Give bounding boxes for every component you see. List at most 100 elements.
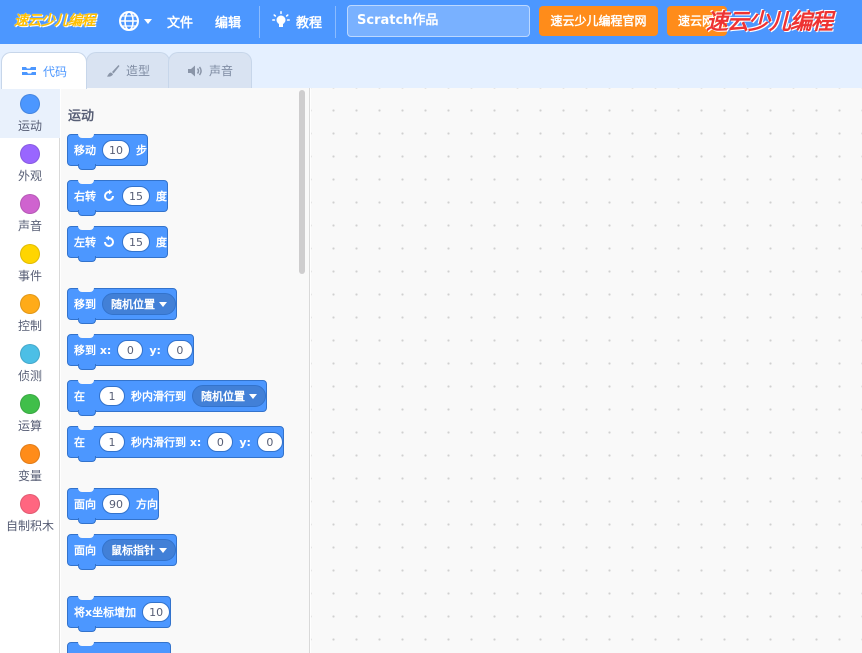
category-dot <box>20 344 40 364</box>
category-dot <box>20 494 40 514</box>
turn-left-block[interactable]: 左转 15 度 <box>67 226 168 262</box>
dropdown-value: 鼠标指针 <box>111 544 155 557</box>
edit-menu[interactable]: 编辑 <box>215 12 241 31</box>
menu-bar: 速云少儿编程 文件 编辑 教程 Scratch作品 速云少儿编程官网 速云网 速… <box>0 0 862 44</box>
x-input[interactable]: 0 <box>117 340 144 360</box>
block-text: 右转 <box>74 190 96 203</box>
category-operators[interactable]: 运算 <box>0 388 60 438</box>
category-sensing[interactable]: 侦测 <box>0 338 60 388</box>
chevron-down-icon <box>144 18 152 24</box>
category-label: 声音 <box>17 219 42 233</box>
file-menu[interactable]: 文件 <box>167 12 193 31</box>
block-text: 度 <box>156 236 167 249</box>
category-label: 变量 <box>17 469 42 483</box>
move-steps-block[interactable]: 移动 10 步 <box>67 134 148 170</box>
degrees-input[interactable]: 15 <box>122 186 150 206</box>
glide-target-dropdown[interactable]: 随机位置 <box>192 385 266 407</box>
block-text: 面向 <box>74 498 96 511</box>
category-looks[interactable]: 外观 <box>0 138 60 188</box>
tab-sounds[interactable]: 声音 <box>168 52 252 88</box>
caret-down-icon <box>159 301 167 307</box>
project-title-input[interactable]: Scratch作品 <box>347 5 530 37</box>
palette-heading: 运动 <box>68 109 95 124</box>
tab-costumes-label: 造型 <box>125 64 150 78</box>
block-text: 移到 <box>74 298 96 311</box>
category-dot <box>20 294 40 314</box>
category-dot <box>20 244 40 264</box>
glide-block[interactable]: 在 1 秒内滑行到 随机位置 <box>67 380 267 416</box>
goto-block[interactable]: 移到 随机位置 <box>67 288 177 324</box>
logo[interactable]: 速云少儿编程 <box>10 9 99 33</box>
category-my-blocks[interactable]: 自制积木 <box>0 488 60 538</box>
y-input[interactable]: 0 <box>166 340 193 360</box>
category-motion[interactable]: 运动 <box>0 88 60 138</box>
category-dot <box>20 444 40 464</box>
script-workspace[interactable] <box>311 88 862 653</box>
block-text: y: <box>149 343 161 357</box>
category-events[interactable]: 事件 <box>0 238 60 288</box>
language-menu[interactable] <box>118 10 152 32</box>
globe-icon <box>119 11 139 31</box>
category-label: 事件 <box>17 269 42 283</box>
block-text: 移到 x: <box>74 344 112 357</box>
rotate-left-icon <box>104 235 114 247</box>
tab-code[interactable]: 代码 <box>1 52 87 89</box>
menu-divider <box>259 6 260 38</box>
category-label: 侦测 <box>17 369 42 383</box>
tutorial-button[interactable]: 教程 <box>272 9 322 33</box>
change-x-block[interactable]: 将x坐标增加 10 <box>67 596 172 632</box>
category-sound[interactable]: 声音 <box>0 188 60 238</box>
block-text: 移动 <box>74 144 96 157</box>
tab-sounds-label: 声音 <box>208 64 233 78</box>
seconds-input[interactable]: 1 <box>99 432 125 452</box>
glide-xy-block[interactable]: 在 1 秒内滑行到 x: 0 y: 0 <box>67 426 284 462</box>
steps-input[interactable]: 10 <box>102 140 130 160</box>
category-label: 运算 <box>17 419 42 433</box>
lightbulb-icon <box>272 11 290 27</box>
block-text: 在 <box>74 390 85 403</box>
point-target-dropdown[interactable]: 鼠标指针 <box>102 539 176 561</box>
turn-right-block[interactable]: 右转 15 度 <box>67 180 168 216</box>
category-menu: 运动 外观 声音 事件 控制 侦测 运算 变量 自制积木 <box>0 88 60 653</box>
point-towards-block[interactable]: 面向 鼠标指针 <box>67 534 177 570</box>
category-variables[interactable]: 变量 <box>0 438 60 488</box>
menu-divider <box>335 6 336 38</box>
seconds-input[interactable]: 1 <box>99 386 125 406</box>
goto-target-dropdown[interactable]: 随机位置 <box>102 293 176 315</box>
category-label: 控制 <box>17 319 42 333</box>
tab-costumes[interactable]: 造型 <box>86 52 170 88</box>
block-text: 度 <box>156 190 167 203</box>
block-text: 将x坐标增加 <box>74 606 137 619</box>
block-text: 方向 <box>136 498 158 511</box>
editor-tab-bar: 代码 造型 声音 <box>0 44 862 89</box>
speaker-icon <box>187 65 202 76</box>
next-motion-block[interactable] <box>67 642 171 653</box>
official-site-button[interactable]: 速云少儿编程官网 <box>539 6 658 36</box>
direction-input[interactable]: 90 <box>102 494 130 514</box>
y-input[interactable]: 0 <box>256 432 283 452</box>
block-text: 面向 <box>74 544 96 557</box>
degrees-input[interactable]: 15 <box>122 232 150 252</box>
caret-down-icon <box>249 393 257 399</box>
point-direction-block[interactable]: 面向 90 方向 <box>67 488 159 524</box>
category-dot <box>20 94 40 114</box>
caret-down-icon <box>159 547 167 553</box>
palette-scrollbar[interactable] <box>299 90 305 274</box>
code-icon <box>21 67 36 75</box>
block-palette: 运动 移动 10 步 右转 15 度 左转 15 度 移到 随机位置 移到 x:… <box>61 88 310 653</box>
block-text: 秒内滑行到 x: <box>131 436 202 449</box>
block-text: y: <box>239 435 251 449</box>
x-input[interactable]: 0 <box>207 432 234 452</box>
block-text: 步 <box>136 144 147 157</box>
goto-xy-block[interactable]: 移到 x: 0 y: 0 <box>67 334 194 370</box>
tab-code-label: 代码 <box>42 64 67 79</box>
category-control[interactable]: 控制 <box>0 288 60 338</box>
dropdown-value: 随机位置 <box>111 298 155 311</box>
category-label: 自制积木 <box>5 519 54 533</box>
category-label: 外观 <box>17 169 42 183</box>
brand-watermark: 速云少儿编程 <box>706 9 833 35</box>
category-dot <box>20 144 40 164</box>
tutorial-label: 教程 <box>296 15 323 31</box>
block-text: 秒内滑行到 <box>131 390 186 403</box>
change-x-input[interactable]: 10 <box>142 602 171 622</box>
